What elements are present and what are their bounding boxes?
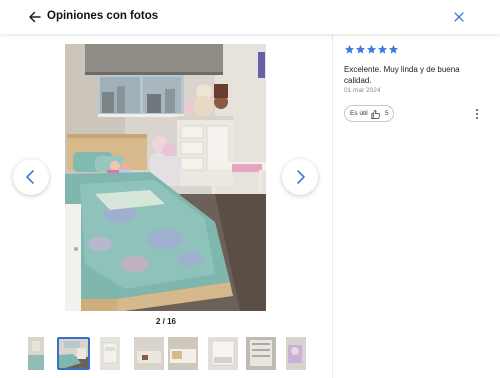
bedroom-photo-image: [65, 44, 266, 311]
useful-label: Es útil: [350, 110, 368, 117]
thumbnail[interactable]: [246, 337, 276, 370]
useful-button[interactable]: Es útil 5: [344, 105, 394, 122]
thumbnail[interactable]: [168, 337, 198, 370]
chevron-left-icon: [26, 170, 34, 184]
close-button[interactable]: [450, 8, 468, 26]
close-icon: [454, 12, 464, 22]
star-icon: [355, 44, 366, 54]
header-bar: Opiniones con fotos: [0, 0, 500, 34]
useful-count: 5: [385, 110, 389, 117]
thumbnail-image: [100, 337, 120, 370]
thumbnail-image: [134, 337, 164, 370]
thumbnail[interactable]: [134, 337, 164, 370]
previous-photo-button[interactable]: [13, 159, 49, 195]
star-icon: [377, 44, 388, 54]
thumbnail[interactable]: [28, 337, 44, 370]
arrow-left-icon: [29, 11, 41, 23]
photo-counter: 2 / 16: [155, 317, 176, 326]
star-icon: [366, 44, 377, 54]
back-button[interactable]: [26, 8, 44, 26]
thumbnail-image: [168, 337, 198, 370]
next-photo-button[interactable]: [282, 159, 318, 195]
review-panel: Excelente. Muy linda y de buena calidad.…: [333, 34, 500, 378]
thumbnail-image: [286, 337, 306, 370]
review-text: Excelente. Muy linda y de buena calidad.: [344, 65, 460, 85]
chevron-right-icon: [297, 170, 305, 184]
star-icon: [388, 44, 399, 54]
review-photo[interactable]: [65, 44, 266, 311]
thumbnail-image: [28, 337, 44, 370]
more-vertical-icon: [475, 108, 479, 120]
more-options-button[interactable]: [473, 107, 481, 121]
thumbs-up-icon: [371, 110, 381, 119]
thumbnail-active[interactable]: [57, 337, 90, 370]
thumbnail-image: [246, 337, 276, 370]
page-title: Opiniones con fotos: [47, 10, 159, 22]
thumbnail[interactable]: [208, 337, 238, 370]
thumbnail[interactable]: [286, 337, 306, 370]
review-date: 01 mar 2024: [344, 87, 381, 94]
photo-viewer: 2 / 16: [0, 34, 332, 378]
thumbnail-image: [208, 337, 238, 370]
thumbnail-image: [59, 339, 88, 368]
thumbnail[interactable]: [100, 337, 120, 370]
star-icon: [344, 44, 355, 54]
